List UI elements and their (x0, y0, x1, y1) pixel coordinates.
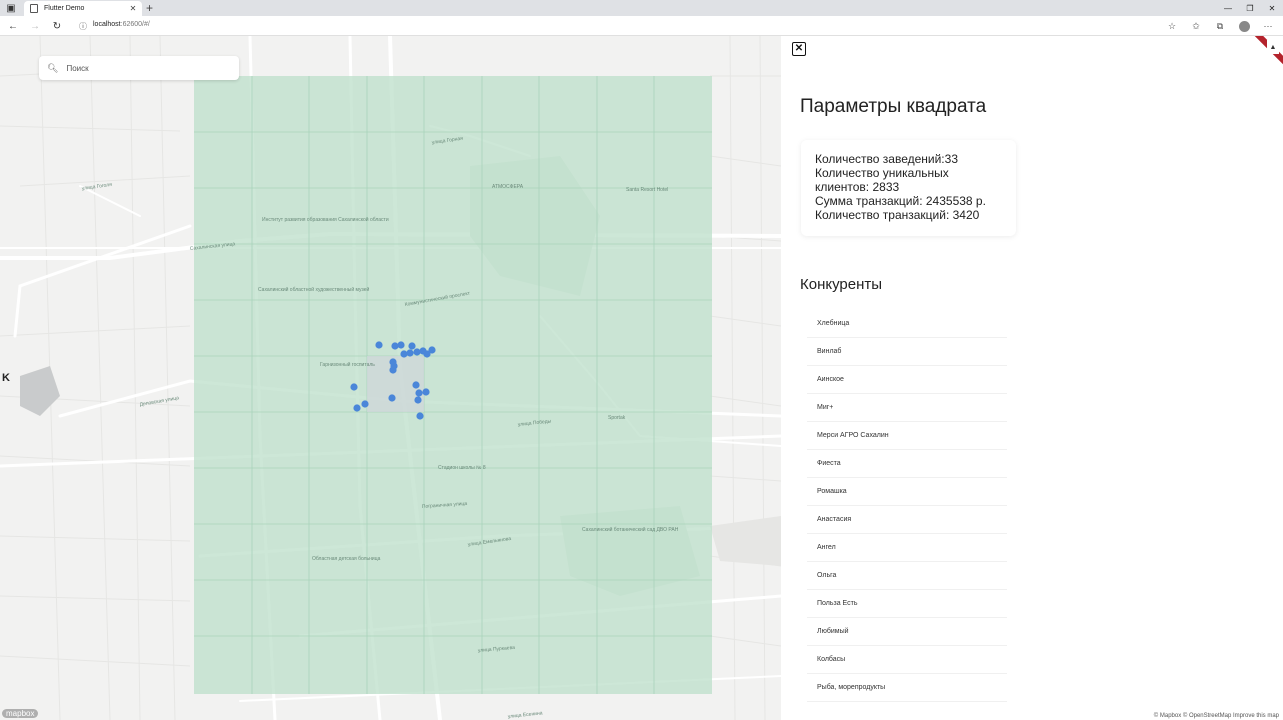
tab-title: Flutter Demo (44, 5, 85, 12)
map-label-gogolya: улица Гоголя (81, 182, 112, 192)
site-info-icon[interactable]: ⓘ (76, 19, 90, 33)
close-tab-icon[interactable]: ✕ (128, 4, 138, 13)
list-item[interactable]: Фиеста (807, 450, 1007, 478)
competitors-list: Хлебница Винлаб Аинское Миг+ Мерси АГРО … (807, 310, 1007, 702)
url-path: :62600/#/ (120, 21, 150, 28)
stat-establishments: Количество заведений:33 (815, 152, 958, 166)
map-label-institute: Институт развития образования Сахалинско… (262, 216, 389, 223)
url-host: localhost (93, 21, 121, 28)
establishment-marker[interactable] (391, 342, 399, 350)
more-menu-icon[interactable]: ··· (1261, 19, 1275, 33)
map-label-hospital: Гарнизонный госпиталь (320, 361, 375, 368)
map-view[interactable]: АТМОСФЕРА Santa Resort Hotel Институт ра… (0, 36, 781, 720)
map-canvas: АТМОСФЕРА Santa Resort Hotel Институт ра… (0, 36, 781, 720)
map-label-children-hospital: Областная детская больница (312, 556, 381, 562)
establishment-marker[interactable] (413, 348, 421, 356)
new-tab-icon[interactable]: + (146, 1, 153, 15)
establishment-marker[interactable] (406, 349, 414, 357)
window-controls: — ❐ ✕ (1217, 0, 1283, 16)
browser-window: ▣ Flutter Demo ✕ + — ❐ ✕ ← → ↻ ⓘ localho… (0, 0, 1283, 720)
map-label-museum: Сахалинский областной художественный муз… (258, 286, 370, 293)
search-input[interactable] (66, 63, 217, 73)
list-item[interactable]: Ангел (807, 534, 1007, 562)
list-item[interactable]: Винлаб (807, 338, 1007, 366)
establishment-marker[interactable] (397, 341, 405, 349)
stat-clients-line1: Количество уникальных (815, 166, 949, 180)
collapse-panel-icon[interactable]: K (2, 372, 10, 384)
establishment-marker[interactable] (361, 400, 369, 408)
list-item[interactable]: Польза Есть (807, 590, 1007, 618)
list-item[interactable]: Ольга (807, 562, 1007, 590)
map-label-stadium: Стадион школы № 8 (438, 465, 486, 471)
establishment-marker[interactable] (353, 404, 361, 412)
map-label-atmosphere: АТМОСФЕРА (492, 184, 524, 190)
establishment-marker[interactable] (428, 346, 436, 354)
establishment-marker[interactable] (416, 412, 424, 420)
close-window-icon[interactable]: ✕ (1261, 0, 1283, 16)
reload-icon[interactable]: ↻ (50, 19, 64, 33)
list-item[interactable]: Ромашка (807, 478, 1007, 506)
list-item[interactable]: Анастасия (807, 506, 1007, 534)
stat-clients-line2: клиентов: 2833 (815, 180, 900, 194)
list-item[interactable]: Миг+ (807, 394, 1007, 422)
search-icon: 🔍︎ (47, 62, 59, 73)
stat-sum: Сумма транзакций: 2435538 р. (815, 194, 986, 208)
map-label-depovskaya: Деповская улица (139, 395, 179, 408)
avatar (1238, 21, 1250, 32)
tab-strip: ▣ Flutter Demo ✕ + — ❐ ✕ (0, 0, 1283, 16)
favorites-icon[interactable]: ✩ (1189, 19, 1203, 33)
list-item[interactable]: Любимый (807, 618, 1007, 646)
establishment-marker[interactable] (389, 366, 397, 374)
tab-actions-icon[interactable]: ▣ (4, 2, 18, 14)
map-label-esenina: улица Есенина (508, 710, 543, 720)
establishment-marker[interactable] (415, 389, 423, 397)
map-label-sportak: Sportak (608, 415, 626, 421)
stat-transactions: Количество транзакций: 3420 (815, 208, 980, 222)
list-item[interactable]: Мерси АГРО Сахалин (807, 422, 1007, 450)
establishment-marker[interactable] (422, 388, 430, 396)
address-bar[interactable]: localhost:62600/#/ (93, 21, 150, 28)
stats-card: Количество заведений:33 Количество уника… (801, 140, 1016, 236)
establishment-marker[interactable] (400, 350, 408, 358)
map-label-botanical: Сахалинский ботанический сад ДВО РАН (582, 526, 679, 533)
close-icon[interactable]: ✕ (792, 42, 806, 56)
forward-icon[interactable]: → (28, 19, 42, 33)
establishment-marker[interactable] (412, 381, 420, 389)
establishment-marker[interactable] (388, 394, 396, 402)
list-item[interactable]: Хлебница (807, 310, 1007, 338)
profile-icon[interactable] (1237, 19, 1251, 33)
toolbar-actions: ☆ ✩ ⧉ ··· (1165, 19, 1275, 33)
collections-icon[interactable]: ⧉ (1213, 19, 1227, 33)
establishment-marker[interactable] (350, 383, 358, 391)
mapbox-logo[interactable]: mapbox (2, 709, 39, 718)
list-item[interactable]: Аинское (807, 366, 1007, 394)
competitors-title: Конкуренты (800, 276, 883, 293)
establishment-marker[interactable] (408, 342, 416, 350)
map-label-hotel: Santa Resort Hotel (626, 187, 668, 193)
map-search-box[interactable]: 🔍︎ (39, 56, 239, 80)
square-parameters-panel: ✕ ▲ Параметры квадрата Количество заведе… (781, 36, 1283, 720)
map-attribution[interactable]: © Mapbox © OpenStreetMap Improve this ma… (1154, 713, 1279, 719)
list-item[interactable]: Колбасы (807, 646, 1007, 674)
back-icon[interactable]: ← (6, 19, 20, 33)
establishment-marker[interactable] (375, 341, 383, 349)
list-item[interactable]: Рыба, морепродукты (807, 674, 1007, 702)
restore-icon[interactable]: ❐ (1239, 0, 1261, 16)
tab-flutter-demo[interactable]: Flutter Demo ✕ (24, 1, 142, 16)
page-icon (30, 4, 38, 13)
establishment-marker[interactable] (414, 396, 422, 404)
minimize-icon[interactable]: — (1217, 0, 1239, 16)
address-toolbar: ← → ↻ ⓘ localhost:62600/#/ ☆ ✩ ⧉ ··· (0, 16, 1283, 36)
scroll-up-icon[interactable]: ▲ (1267, 40, 1279, 54)
add-favorite-icon[interactable]: ☆ (1165, 19, 1179, 33)
panel-title: Параметры квадрата (800, 96, 987, 117)
analysis-grid[interactable] (194, 76, 712, 694)
